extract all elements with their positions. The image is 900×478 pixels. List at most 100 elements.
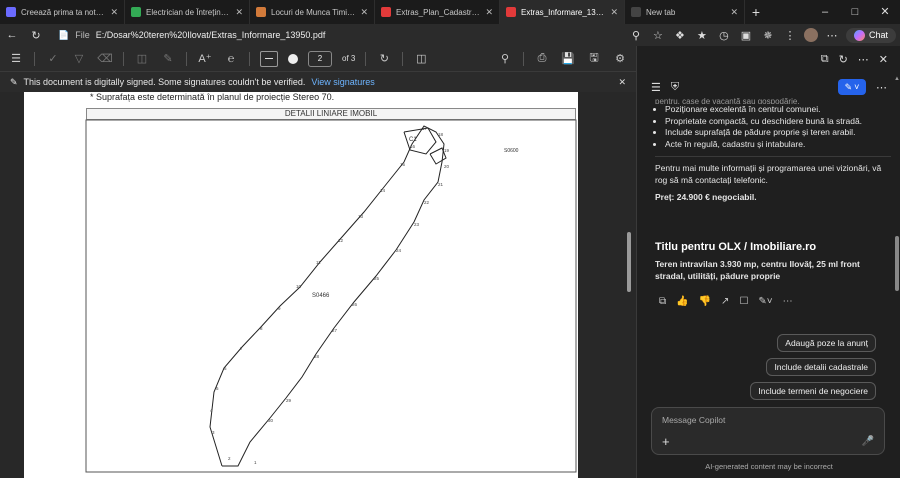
share-icon[interactable]: ↗ xyxy=(721,296,729,307)
thumbs-up-icon[interactable]: 👍 xyxy=(676,296,688,307)
suggestion-chip[interactable]: Include termeni de negociere xyxy=(750,382,876,400)
compose-icon: ✎ xyxy=(844,81,853,92)
new-tab-button[interactable]: + xyxy=(745,4,767,20)
more-actions-icon[interactable]: ⋯ xyxy=(783,296,793,307)
view-signatures-link[interactable]: View signatures xyxy=(311,77,374,87)
shield-icon[interactable]: ⛨ xyxy=(671,81,679,94)
settings-icon[interactable]: ⋮ xyxy=(782,29,798,42)
tab-close-icon[interactable]: ✕ xyxy=(360,7,368,18)
pdf-viewer[interactable]: * Suprafața este determinată în planul d… xyxy=(0,92,636,478)
tab-favicon-icon xyxy=(631,7,641,17)
workspaces-icon[interactable]: ✵ xyxy=(760,29,776,42)
tab-close-icon[interactable]: ✕ xyxy=(235,7,243,18)
message-composer[interactable]: Message Copilot + 🎤 xyxy=(651,407,885,455)
tab[interactable]: Extras_Plan_Cadastral_139495 ✕ xyxy=(375,0,500,24)
vertex-label: 17 xyxy=(422,126,428,131)
url-text: E:/Dosar%20teren%20Ilovat/Extras_Informa… xyxy=(95,30,326,40)
message-actions: ⧉ 👍 👎 ↗ ☐ ✎˅ ⋯ xyxy=(659,296,793,307)
print-icon[interactable]: ⎙ xyxy=(534,52,550,65)
favorite-icon[interactable]: ☆ xyxy=(650,29,666,42)
tab[interactable]: New tab ✕ xyxy=(625,0,745,24)
bullet-list: Poziționare excelentă în centrul comunei… xyxy=(655,104,891,150)
tab-title: Electrician de Întreținere și R xyxy=(146,7,231,17)
vertex-label: 29 xyxy=(286,398,292,403)
highlight-icon[interactable]: ✓ xyxy=(45,52,61,65)
composer-input[interactable]: Message Copilot xyxy=(662,415,725,425)
tab-close-icon[interactable]: ✕ xyxy=(730,7,738,18)
erase-icon[interactable]: ⌫ xyxy=(97,52,113,65)
panel-close-icon[interactable]: ✕ xyxy=(879,53,888,66)
refresh-icon[interactable]: ↻ xyxy=(28,29,44,42)
text-icon[interactable]: ℮ xyxy=(223,53,239,65)
history-icon[interactable]: ◷ xyxy=(716,29,732,42)
page-number-input[interactable]: 2 xyxy=(308,50,332,67)
close-window-icon[interactable]: ✕ xyxy=(870,0,900,24)
open-in-tab-icon[interactable]: ⧉ xyxy=(821,53,829,66)
copy-icon[interactable]: ⧉ xyxy=(659,296,666,307)
favorites-icon[interactable]: ★ xyxy=(694,29,710,42)
page-view-icon[interactable]: ◫ xyxy=(413,52,429,65)
signature-message: This document is digitally signed. Some … xyxy=(23,77,306,87)
refresh-panel-icon[interactable]: ↻ xyxy=(839,53,848,66)
vertex-label: 28 xyxy=(314,354,320,359)
panel-topbar: ⧉ ↻ ⋯ ✕ xyxy=(637,46,900,72)
add-icon[interactable]: + xyxy=(662,434,670,449)
url-field[interactable]: 📄 File E:/Dosar%20teren%20Ilovat/Extras_… xyxy=(52,26,620,44)
back-icon[interactable]: ← xyxy=(4,29,20,41)
edit-icon[interactable]: ✎˅ xyxy=(758,296,772,307)
rotate-icon[interactable]: ↻ xyxy=(376,52,392,65)
draw-icon[interactable]: ✎ xyxy=(160,52,176,65)
thumbs-down-icon[interactable]: 👎 xyxy=(699,296,711,307)
chat-more-icon[interactable]: ⋯ xyxy=(876,81,887,94)
save-icon[interactable]: 💾 xyxy=(560,52,576,65)
new-chat-button[interactable]: ✎ ˅ xyxy=(838,79,866,95)
tab-favicon-icon xyxy=(256,7,266,17)
tab[interactable]: Electrician de Întreținere și R ✕ xyxy=(125,0,250,24)
view-icon[interactable]: ◫ xyxy=(134,52,150,65)
vertex-label: 21 xyxy=(438,182,444,187)
more-icon[interactable]: ⋯ xyxy=(824,29,840,42)
tab-close-icon[interactable]: ✕ xyxy=(610,7,618,18)
save-as-icon[interactable]: 🖫 xyxy=(586,49,602,68)
minimize-icon[interactable]: – xyxy=(810,0,840,24)
collections-icon[interactable]: ▣ xyxy=(738,29,754,42)
scroll-up-icon[interactable]: ▲ xyxy=(894,76,900,82)
tab[interactable]: Creează prima ta notiță - Ajut ✕ xyxy=(0,0,125,24)
tab-close-icon[interactable]: ✕ xyxy=(485,7,493,18)
find-icon[interactable]: ⚲ xyxy=(497,52,513,65)
pdf-scrollbar[interactable] xyxy=(626,92,632,478)
export-icon[interactable]: ☐ xyxy=(739,296,748,307)
chat-button[interactable]: Chat xyxy=(845,27,896,43)
filter-icon[interactable]: ▽ xyxy=(71,52,87,65)
tab-favicon-icon xyxy=(6,7,16,17)
panel-scroll-thumb[interactable] xyxy=(895,236,899,291)
avatar[interactable] xyxy=(803,28,818,42)
tab-title: Creează prima ta notiță - Ajut xyxy=(21,7,105,17)
chat-header: ☰ ⛨ ✎ ˅ ⋯ xyxy=(637,76,900,98)
extensions-icon[interactable]: ❖ xyxy=(672,29,688,42)
panel-more-icon[interactable]: ⋯ xyxy=(858,53,869,66)
zoom-dot-icon[interactable] xyxy=(288,53,298,64)
vertex-label: 19 xyxy=(444,148,450,153)
zoom-out-button[interactable] xyxy=(260,50,278,67)
menu-icon[interactable]: ☰ xyxy=(651,81,661,94)
pin-icon[interactable]: ⚙ xyxy=(612,52,628,65)
parcel-plan: C1 S0466 S0600 1234567891011121314151617… xyxy=(85,119,577,473)
panel-scrollbar[interactable]: ▲ xyxy=(894,76,900,476)
suggestion-chip[interactable]: Include detalii cadastrale xyxy=(766,358,876,376)
vertex-label: 23 xyxy=(414,222,420,227)
search-icon[interactable]: ⚲ xyxy=(628,29,644,42)
copilot-panel: ⧉ ↻ ⋯ ✕ ☰ ⛨ ✎ ˅ ⋯ pentru, case de vacanță… xyxy=(636,46,900,478)
contents-icon[interactable]: ☰ xyxy=(8,52,24,65)
tab[interactable]: Locuri de Munca Timisoara - ✕ xyxy=(250,0,375,24)
tab-close-icon[interactable]: ✕ xyxy=(110,7,118,18)
tab[interactable]: Extras_Informare_13950.pdf ✕ xyxy=(500,0,625,24)
read-aloud-icon[interactable]: A⁺ xyxy=(197,52,213,65)
suggestion-chip[interactable]: Adaugă poze la anunț xyxy=(777,334,876,352)
tab-favicon-icon xyxy=(506,7,516,17)
divider xyxy=(186,51,187,66)
microphone-icon[interactable]: 🎤 xyxy=(862,436,874,447)
close-icon[interactable]: ✕ xyxy=(618,77,626,88)
scroll-thumb[interactable] xyxy=(627,232,631,292)
maximize-icon[interactable]: □ xyxy=(840,0,870,24)
